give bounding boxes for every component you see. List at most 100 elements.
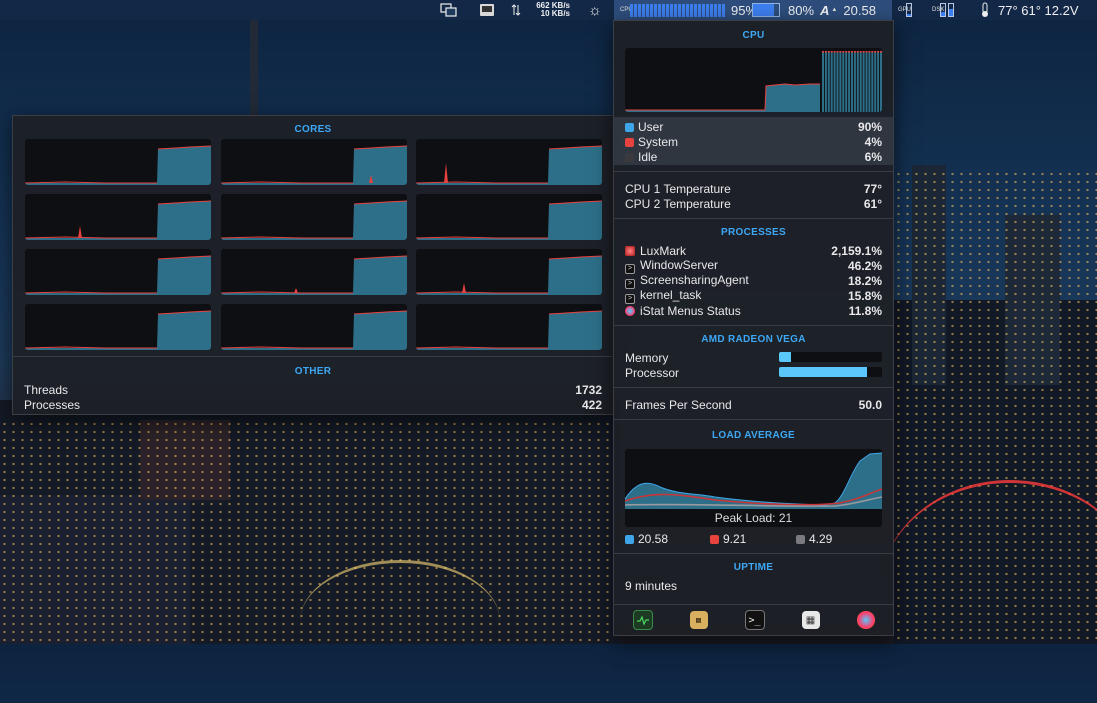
load5-value: 9.21 (723, 531, 747, 546)
disk-menubar-label: DSK (932, 7, 945, 13)
cpu-core-bar (654, 3, 657, 17)
cpu-core-bar (702, 3, 705, 17)
cpu-history-bar-system (848, 51, 851, 53)
core-system-line (220, 346, 353, 349)
divider (614, 325, 893, 326)
process-cpu-value: 15.8% (847, 288, 882, 303)
core-graph (25, 249, 211, 295)
cpu-history-bar (865, 52, 868, 112)
cpu-core-bar (714, 3, 717, 17)
luxmark-icon (625, 245, 635, 256)
memory-fill (753, 4, 774, 16)
core-graph (25, 194, 211, 240)
process-cpu-value: 46.2% (847, 258, 882, 273)
terminal-icon: > (625, 293, 635, 304)
core-system-line (25, 346, 157, 349)
user-row: User 90% (625, 119, 882, 134)
cpu-history-bar (851, 52, 853, 112)
brightness-icon[interactable]: ☼ (588, 0, 602, 20)
fps-value: 50.0 (858, 397, 882, 412)
process-name: iStat Menus Status (640, 303, 741, 318)
gpu-title: AMD RADEON VEGA (701, 334, 806, 345)
load-average-title: LOAD AVERAGE (711, 430, 796, 441)
cpu-dropdown-panel: CPU User 90% System 4% Idle 6% CPU 1 Tem… (613, 20, 894, 636)
network-speeds[interactable]: 662 KB/s 10 KB/s (524, 0, 570, 20)
gpu-processor-bar (779, 367, 882, 377)
user-label: User (638, 119, 664, 134)
cpu-history-bar-system (880, 51, 882, 53)
core-system-line (416, 236, 548, 239)
cpu-history-bar-system (830, 51, 833, 53)
menubar-gpu[interactable]: GPU (898, 0, 912, 20)
activity-monitor-icon[interactable] (632, 610, 653, 630)
memory-menubar-percent: 80% (788, 2, 815, 18)
network-icon[interactable] (511, 0, 521, 20)
memory-box (752, 3, 780, 17)
cpu-history-bar-system (822, 51, 824, 53)
load-menubar-value: 20.58 (843, 2, 876, 18)
system-info-icon[interactable]: ▦ (801, 611, 820, 629)
process-row[interactable]: LuxMark 2,159.1% (625, 243, 882, 258)
cpu-history-bar (853, 52, 856, 112)
cpu-history-bar (830, 52, 833, 112)
core-system-line (25, 236, 157, 239)
process-row[interactable]: > ScreensharingAgent 18.2% (625, 273, 882, 289)
cpu-history-bar (845, 52, 848, 112)
core-graph (220, 304, 407, 350)
cpu-core-bar (706, 3, 709, 17)
cpu-core-bar (682, 3, 685, 17)
menubar-memory[interactable]: 80% (752, 0, 814, 20)
console-icon[interactable]: ▤ (689, 611, 708, 629)
core-user-area (25, 256, 211, 295)
load15-value: 4.29 (809, 531, 833, 546)
threads-row: Threads 1732 (24, 382, 602, 397)
cpu-history-bar (842, 52, 845, 112)
cpu1-temp-row: CPU 1 Temperature 77° (625, 181, 882, 196)
divider (614, 419, 893, 420)
cpu-history-bar (859, 52, 862, 112)
menubar-cpu[interactable]: CPU 95% (620, 0, 757, 20)
cpu-core-bar (718, 3, 721, 17)
cpu-history-bar (824, 52, 827, 112)
sensor-chip-icon[interactable] (478, 0, 496, 20)
cpu-history-bar-system (871, 51, 874, 53)
cpu1-temp-value: 77° (863, 181, 882, 196)
gpu-memory-bar (779, 352, 882, 362)
cpu-history-bar (877, 52, 880, 112)
cpu-core-bar (678, 3, 681, 17)
divider (614, 218, 893, 219)
user-swatch (625, 122, 634, 132)
cpu-core-bar (638, 3, 641, 17)
other-title: OTHER (294, 366, 332, 377)
peak-load-label: Peak Load: 21 (714, 511, 793, 525)
cpu-history-bar (833, 52, 836, 112)
user-value: 90% (857, 119, 882, 134)
cpu2-temp-value: 61° (863, 196, 882, 211)
core-spike (444, 163, 448, 183)
core-graph (220, 194, 407, 240)
cpu-history-bar-system (845, 51, 848, 53)
menubar-sensors[interactable]: 77° 61° 12.2V (980, 0, 1079, 20)
cpu-core-bar (710, 3, 713, 17)
process-row[interactable]: > WindowServer 46.2% (625, 258, 882, 274)
menubar-load[interactable]: A ▲ 20.58 (820, 0, 876, 20)
cpu-history-bar-system (859, 51, 862, 53)
divider (13, 356, 613, 357)
menubar-disk[interactable]: DSK (932, 0, 954, 20)
core-system-line (220, 291, 353, 294)
processes-label: Processes (24, 397, 81, 412)
thermometer-icon (982, 2, 988, 17)
disk-bar-2 (948, 3, 954, 17)
core-user-area (220, 146, 407, 185)
terminal-icon[interactable]: >_ (744, 610, 765, 630)
cpu-history-bar-system (853, 51, 856, 53)
load-values-row: 20.58 9.21 4.29 (625, 531, 882, 546)
process-row[interactable]: iStat Menus Status 11.8% (625, 303, 882, 318)
load15-swatch (796, 534, 805, 544)
process-row[interactable]: > kernel_task 15.8% (625, 288, 882, 304)
core-system-line (220, 236, 353, 239)
load1-swatch (625, 534, 634, 544)
screens-icon[interactable] (440, 0, 458, 20)
cpu-core-bar (642, 3, 645, 17)
istat-icon[interactable] (856, 611, 875, 629)
